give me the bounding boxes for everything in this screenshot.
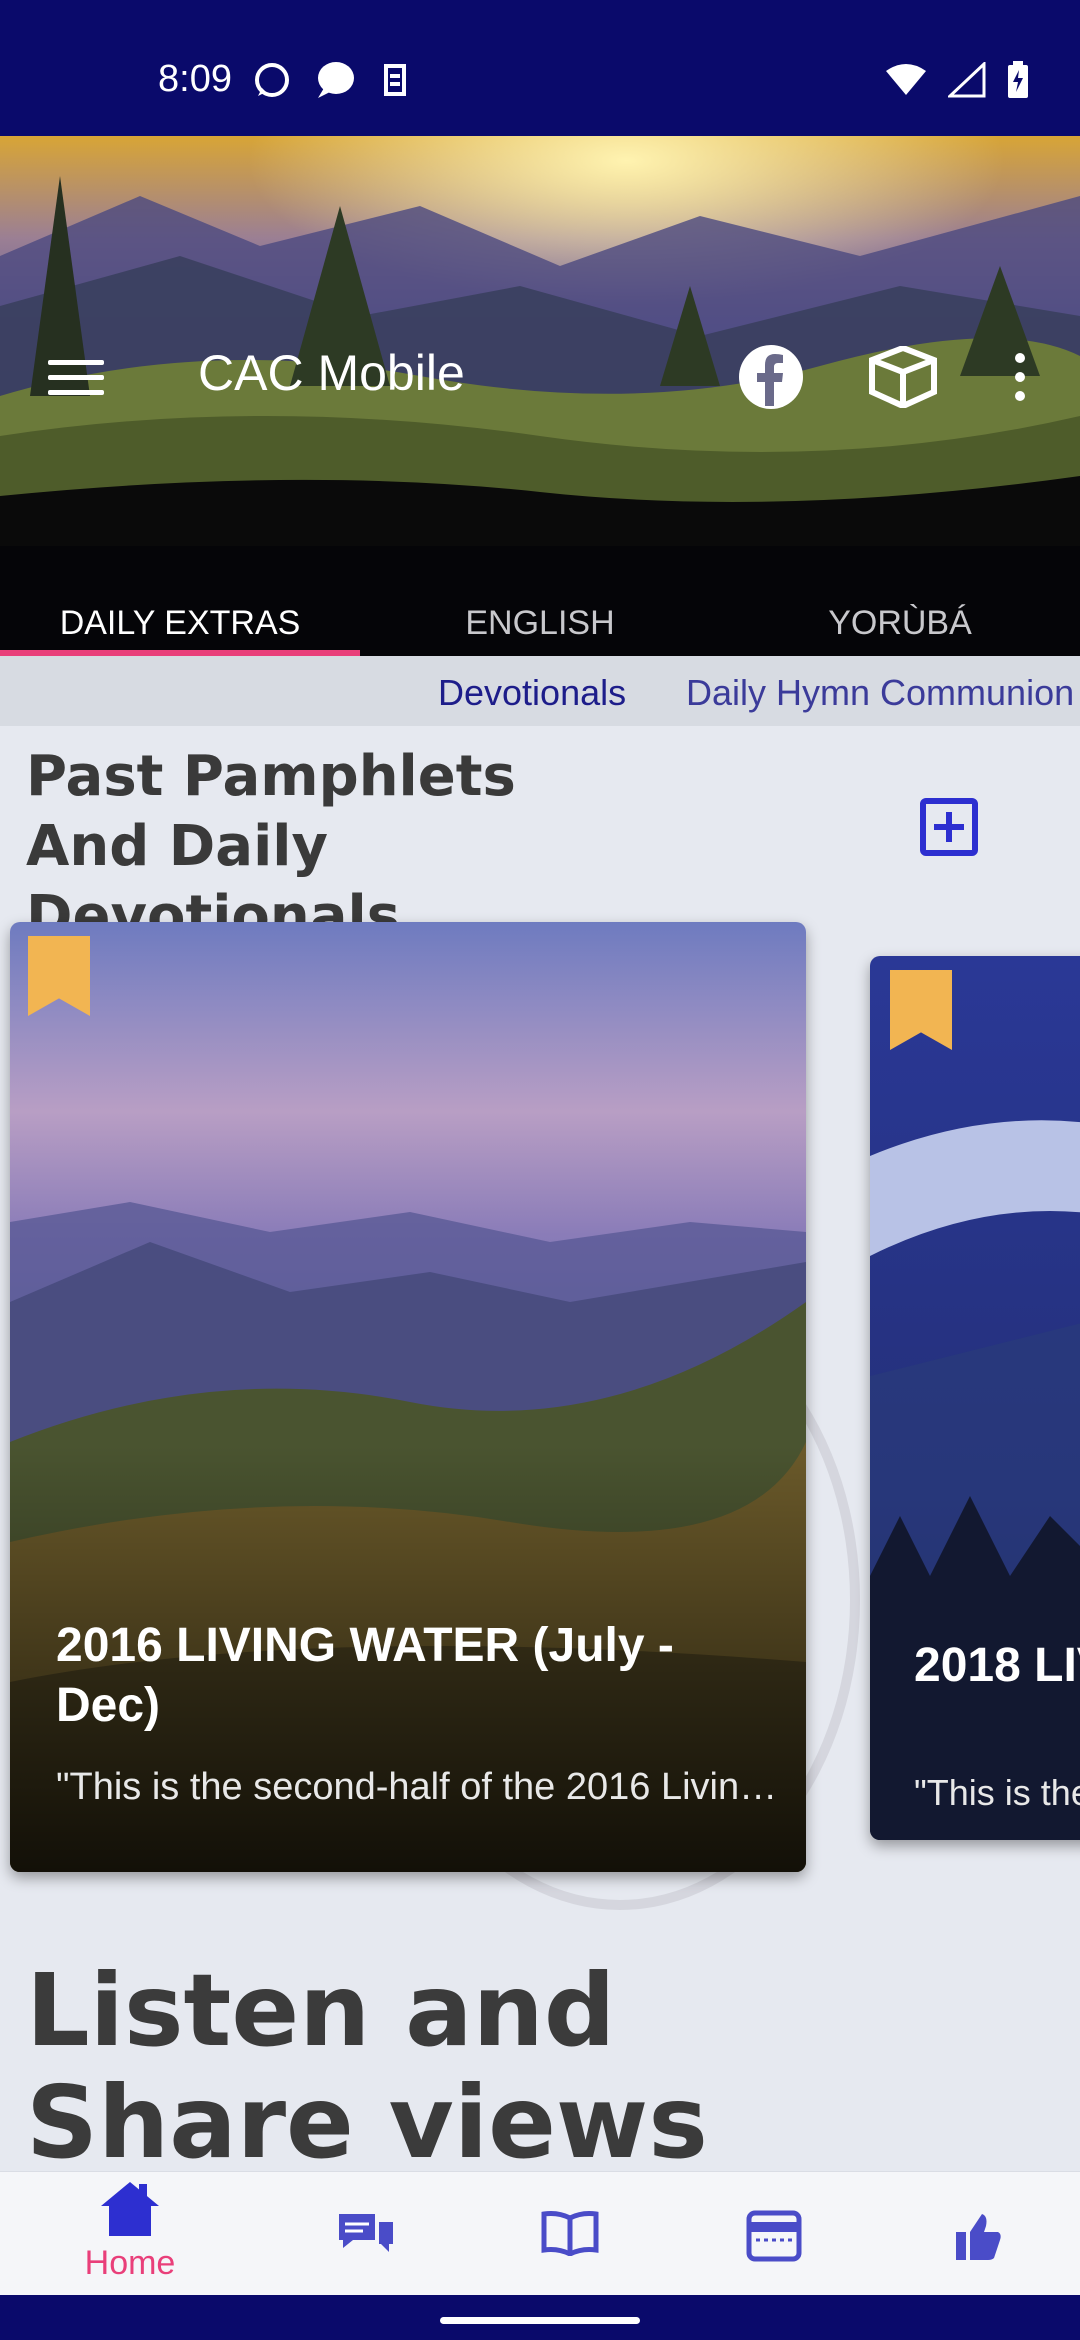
card-landscape-image [870,956,1080,1840]
status-time: 8:09 [158,58,232,100]
system-icons [884,60,1030,100]
home-gesture-pill[interactable] [440,2317,640,2324]
nav-home-label: Home [84,2244,176,2282]
app-header: CAC Mobile [0,136,1080,546]
menu-icon[interactable] [48,360,104,396]
chat-bubble-icon [318,62,354,98]
add-box-icon[interactable] [920,798,978,856]
sync-icon [384,64,406,96]
status-bar: 8:09 [0,0,1080,136]
subtab-devotionals[interactable]: Devotionals [438,672,626,714]
system-nav-bar [0,2295,1080,2340]
pamphlet-card[interactable]: 2018 LIVING WATER (July - Dec) "This is … [870,956,1080,1840]
pamphlet-carousel[interactable]: 2016 LIVING WATER (July - Dec) "This is … [0,900,1080,1935]
home-icon [101,2182,159,2236]
card-title: 2018 LIVING WATER (July - Dec) [914,1639,1080,1692]
tab-english[interactable]: ENGLISH [360,546,720,656]
book-icon [541,2211,599,2256]
chat-icon [339,2214,393,2252]
nav-home[interactable]: Home [22,2172,238,2296]
nav-bible[interactable] [462,2172,678,2296]
signal-icon [948,62,986,98]
card-title: 2016 LIVING WATER (July - Dec) [56,1619,674,1732]
whatsapp-icon [255,63,289,97]
ticket-icon [746,2210,802,2262]
header-landscape-image [0,136,1080,546]
subtab-bar: Devotionals Daily Hymn Communion [0,656,1080,726]
more-vert-icon[interactable] [1008,352,1032,402]
wifi-icon [886,64,926,95]
tab-daily-extras[interactable]: DAILY EXTRAS [0,546,360,656]
listen-section: Listen and Share views [0,1935,1080,2171]
battery-charging-icon [1008,61,1028,98]
bottom-navigation: Home [0,2171,1080,2295]
nav-events[interactable] [666,2172,882,2296]
nav-likes[interactable] [870,2172,1080,2296]
tab-yoruba[interactable]: YORÙBÁ [720,546,1080,656]
donate-box-icon[interactable] [868,346,938,408]
thumbs-up-icon [956,2214,1001,2260]
card-description: "This is the second-half of the 2016 Liv… [56,1766,786,1808]
app-title: CAC Mobile [198,345,465,401]
nav-chat[interactable] [258,2172,474,2296]
pamphlet-card[interactable]: 2016 LIVING WATER (July - Dec) "This is … [10,922,806,1872]
card-description: "This is the second-half of the 2018 Liv… [914,1772,1080,1813]
facebook-icon[interactable] [738,344,804,410]
notification-icons [252,60,412,100]
subtab-daily-hymn-communion[interactable]: Daily Hymn Communion [686,672,1074,714]
tab-bar: DAILY EXTRAS ENGLISH YORÙBÁ [0,546,1080,656]
listen-section-title: Listen and Share views [26,1952,708,2172]
